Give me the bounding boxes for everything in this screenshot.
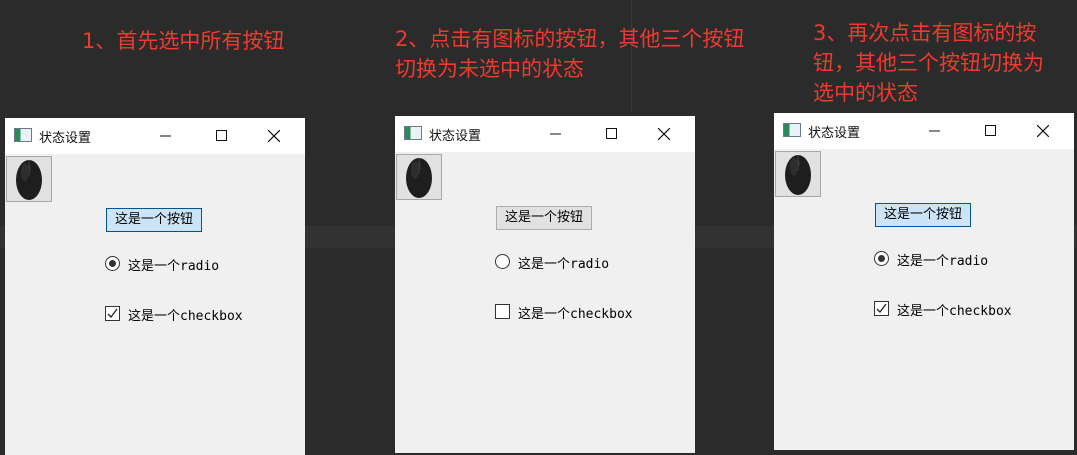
checkbox-label: 这是一个checkbox: [518, 307, 633, 322]
mouse-icon-button[interactable]: [396, 154, 442, 200]
radio-indicator[interactable]: [874, 251, 889, 266]
maximize-button[interactable]: [968, 113, 1014, 149]
title-bar[interactable]: 状态设置: [774, 113, 1074, 149]
radio-label: 这是一个radio: [518, 257, 610, 272]
checkbox-indicator[interactable]: [495, 304, 510, 319]
push-button[interactable]: 这是一个按钮: [496, 206, 592, 230]
radio-dot: [109, 260, 116, 267]
close-button[interactable]: [251, 118, 297, 154]
close-button[interactable]: [1020, 113, 1066, 149]
maximize-icon: [216, 130, 227, 141]
step-2-caption: 2、点击有图标的按钮，其他三个按钮 切换为未选中的状态: [395, 27, 745, 81]
checkbox-label: 这是一个checkbox: [897, 304, 1012, 319]
minimize-button[interactable]: [912, 113, 958, 149]
window-app-icon: [783, 123, 801, 137]
close-icon: [658, 128, 670, 140]
radio-label: 这是一个radio: [128, 259, 220, 274]
step-3-caption: 3、再次点击有图标的按 钮，其他三个按钮切换为 选中的状态: [813, 21, 1044, 105]
radio-indicator[interactable]: [105, 256, 120, 271]
minimize-button[interactable]: [533, 116, 579, 152]
maximize-icon: [606, 128, 617, 139]
window-app-icon: [404, 126, 422, 140]
window-title: 状态设置: [39, 131, 92, 146]
step-1-caption: 1、首先选中所有按钮: [82, 29, 285, 53]
window-title: 状态设置: [808, 126, 861, 141]
checkmark-icon: [876, 303, 887, 313]
checkbox-indicator[interactable]: [874, 301, 889, 316]
radio-label: 这是一个radio: [897, 254, 989, 269]
mouse-icon: [406, 158, 432, 198]
checkbox-indicator[interactable]: [105, 306, 120, 321]
window-title: 状态设置: [429, 129, 482, 144]
minimize-icon: [160, 135, 171, 137]
state-settings-window-1: 状态设置 这是一个按钮 这是一个radio 这是一个checkbox: [5, 118, 305, 455]
push-button[interactable]: 这是一个按钮: [875, 203, 971, 227]
close-button[interactable]: [641, 116, 687, 152]
state-settings-window-3: 状态设置 这是一个按钮 这是一个radio 这是一个checkbox: [774, 113, 1074, 450]
mouse-icon-button[interactable]: [6, 156, 52, 202]
maximize-button[interactable]: [199, 118, 245, 154]
title-bar[interactable]: 状态设置: [395, 116, 695, 152]
checkmark-icon: [107, 308, 118, 318]
window-app-icon: [14, 128, 32, 142]
minimize-icon: [929, 130, 940, 132]
mouse-icon-button[interactable]: [775, 151, 821, 197]
state-settings-window-2: 状态设置 这是一个按钮 这是一个radio 这是一个checkbox: [395, 116, 695, 453]
close-icon: [268, 130, 280, 142]
minimize-icon: [550, 133, 561, 135]
close-icon: [1037, 125, 1049, 137]
maximize-button[interactable]: [589, 116, 635, 152]
title-bar[interactable]: 状态设置: [5, 118, 305, 154]
radio-indicator[interactable]: [495, 254, 510, 269]
push-button[interactable]: 这是一个按钮: [106, 208, 202, 232]
checkbox-label: 这是一个checkbox: [128, 309, 243, 324]
minimize-button[interactable]: [143, 118, 189, 154]
maximize-icon: [985, 125, 996, 136]
radio-dot: [878, 255, 885, 262]
mouse-icon: [16, 160, 42, 200]
mouse-icon: [785, 155, 811, 195]
